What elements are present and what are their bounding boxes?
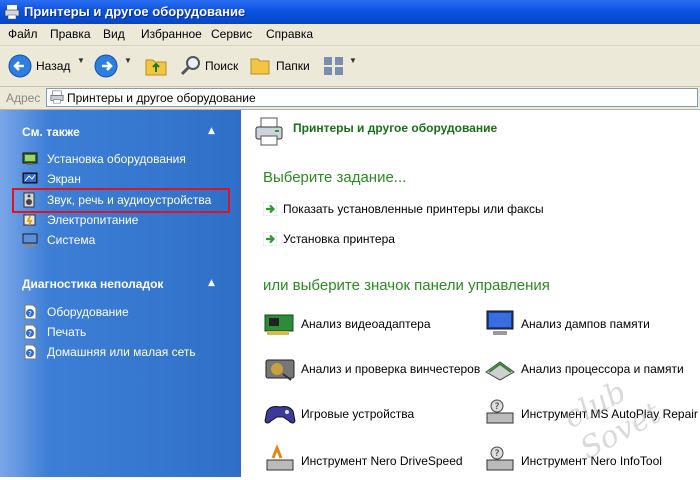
up-folder-button[interactable]: [144, 54, 168, 78]
svg-text:?: ?: [28, 350, 32, 358]
forward-button[interactable]: [94, 54, 118, 78]
drive-help-icon: ?: [486, 446, 514, 471]
hard-drive-icon: [265, 359, 295, 381]
forward-dropdown-icon[interactable]: ▼: [124, 56, 132, 65]
back-label: Назад: [36, 59, 71, 73]
sidebar-item-label: Установка оборудования: [47, 152, 186, 166]
folders-icon: [250, 58, 270, 75]
monitor-icon: [486, 310, 514, 335]
task-label: Показать установленные принтеры или факс…: [283, 202, 544, 216]
sidebar-item-label: Печать: [47, 325, 87, 339]
back-arrow-icon: [8, 54, 32, 78]
hardware-install-icon: [22, 152, 38, 165]
views-dropdown-icon[interactable]: ▼: [349, 56, 357, 65]
help-icon: ?: [24, 324, 37, 340]
window-title: Принтеры и другое оборудование: [24, 4, 246, 19]
video-card-icon: [264, 314, 294, 335]
icon-label: Игровые устройства: [301, 407, 415, 421]
svg-text:?: ?: [495, 402, 500, 412]
back-button[interactable]: Назад: [8, 54, 88, 78]
drive-help-icon: ?: [486, 399, 514, 424]
views-button[interactable]: [322, 54, 346, 78]
address-field[interactable]: Принтеры и другое оборудование: [46, 88, 698, 107]
views-icon: [324, 57, 343, 75]
collapse-chevron-icon[interactable]: ▲: [208, 278, 215, 288]
menu-view[interactable]: Вид: [103, 27, 125, 41]
sidebar-item-label: Домашняя или малая сеть: [47, 345, 196, 359]
address-bar: Адрес Принтеры и другое оборудование: [0, 87, 700, 110]
forward-arrow-icon: [94, 54, 118, 78]
svg-text:?: ?: [28, 310, 32, 318]
icon-label: Анализ дампов памяти: [521, 317, 650, 331]
pick-task-heading: Выберите задание...: [263, 169, 407, 186]
search-button[interactable]: Поиск: [179, 54, 241, 78]
green-arrow-icon: [263, 202, 277, 216]
icon-label: Анализ видеоадаптера: [301, 317, 431, 331]
toolbar: Назад ▼ ▼ Поиск Папки ▼: [0, 46, 700, 87]
printer-icon: [4, 5, 20, 20]
task-pane: См. также ▲ Установка оборудования Экран…: [0, 110, 241, 477]
svg-text:?: ?: [495, 449, 500, 459]
menu-tools[interactable]: Сервис: [211, 27, 252, 41]
memory-module-icon: [485, 361, 515, 381]
printer-category-icon: [255, 117, 283, 146]
sidebar-item-label: Система: [47, 233, 96, 247]
see-also-title: См. также: [22, 125, 80, 139]
sidebar-item-label: Электропитание: [47, 213, 139, 227]
sidebar-item-label: Оборудование: [47, 305, 129, 319]
help-icon: ?: [24, 304, 37, 320]
printer-icon: [50, 90, 64, 104]
troubleshoot-title: Диагностика неполадок: [22, 277, 164, 291]
up-folder-icon: [145, 59, 167, 76]
collapse-chevron-icon[interactable]: ▲: [208, 126, 215, 136]
menu-bar: Файл Правка Вид Избранное Сервис Справка: [0, 24, 700, 46]
green-arrow-icon: [263, 232, 277, 246]
menu-favorites[interactable]: Избранное: [141, 27, 202, 41]
address-label: Адрес: [6, 91, 41, 105]
svg-text:?: ?: [28, 330, 32, 338]
task-label: Установка принтера: [283, 232, 395, 246]
category-title: Принтеры и другое оборудование: [293, 121, 498, 135]
title-bar: Принтеры и другое оборудование: [0, 0, 700, 24]
menu-edit[interactable]: Правка: [50, 27, 91, 41]
menu-file[interactable]: Файл: [8, 27, 38, 41]
help-icon: ?: [24, 344, 37, 360]
address-value: Принтеры и другое оборудование: [67, 91, 256, 105]
search-label: Поиск: [205, 59, 239, 73]
gamepad-icon: [264, 406, 296, 424]
highlight-box: [12, 188, 230, 213]
search-icon: [180, 56, 200, 76]
menu-help[interactable]: Справка: [266, 27, 313, 41]
drive-speed-icon: [266, 444, 294, 471]
folders-label: Папки: [276, 59, 310, 73]
icon-label: Инструмент Nero DriveSpeed: [301, 454, 463, 468]
sidebar-item-label: Экран: [47, 172, 81, 186]
power-icon: [23, 214, 36, 226]
pick-icon-heading: или выберите значок панели управления: [263, 277, 550, 294]
folders-button[interactable]: Папки: [248, 54, 310, 78]
icon-label: Анализ и проверка винчестеров: [301, 362, 481, 376]
system-icon: [22, 233, 38, 247]
display-icon: [22, 172, 38, 184]
back-dropdown-icon[interactable]: ▼: [77, 56, 85, 65]
